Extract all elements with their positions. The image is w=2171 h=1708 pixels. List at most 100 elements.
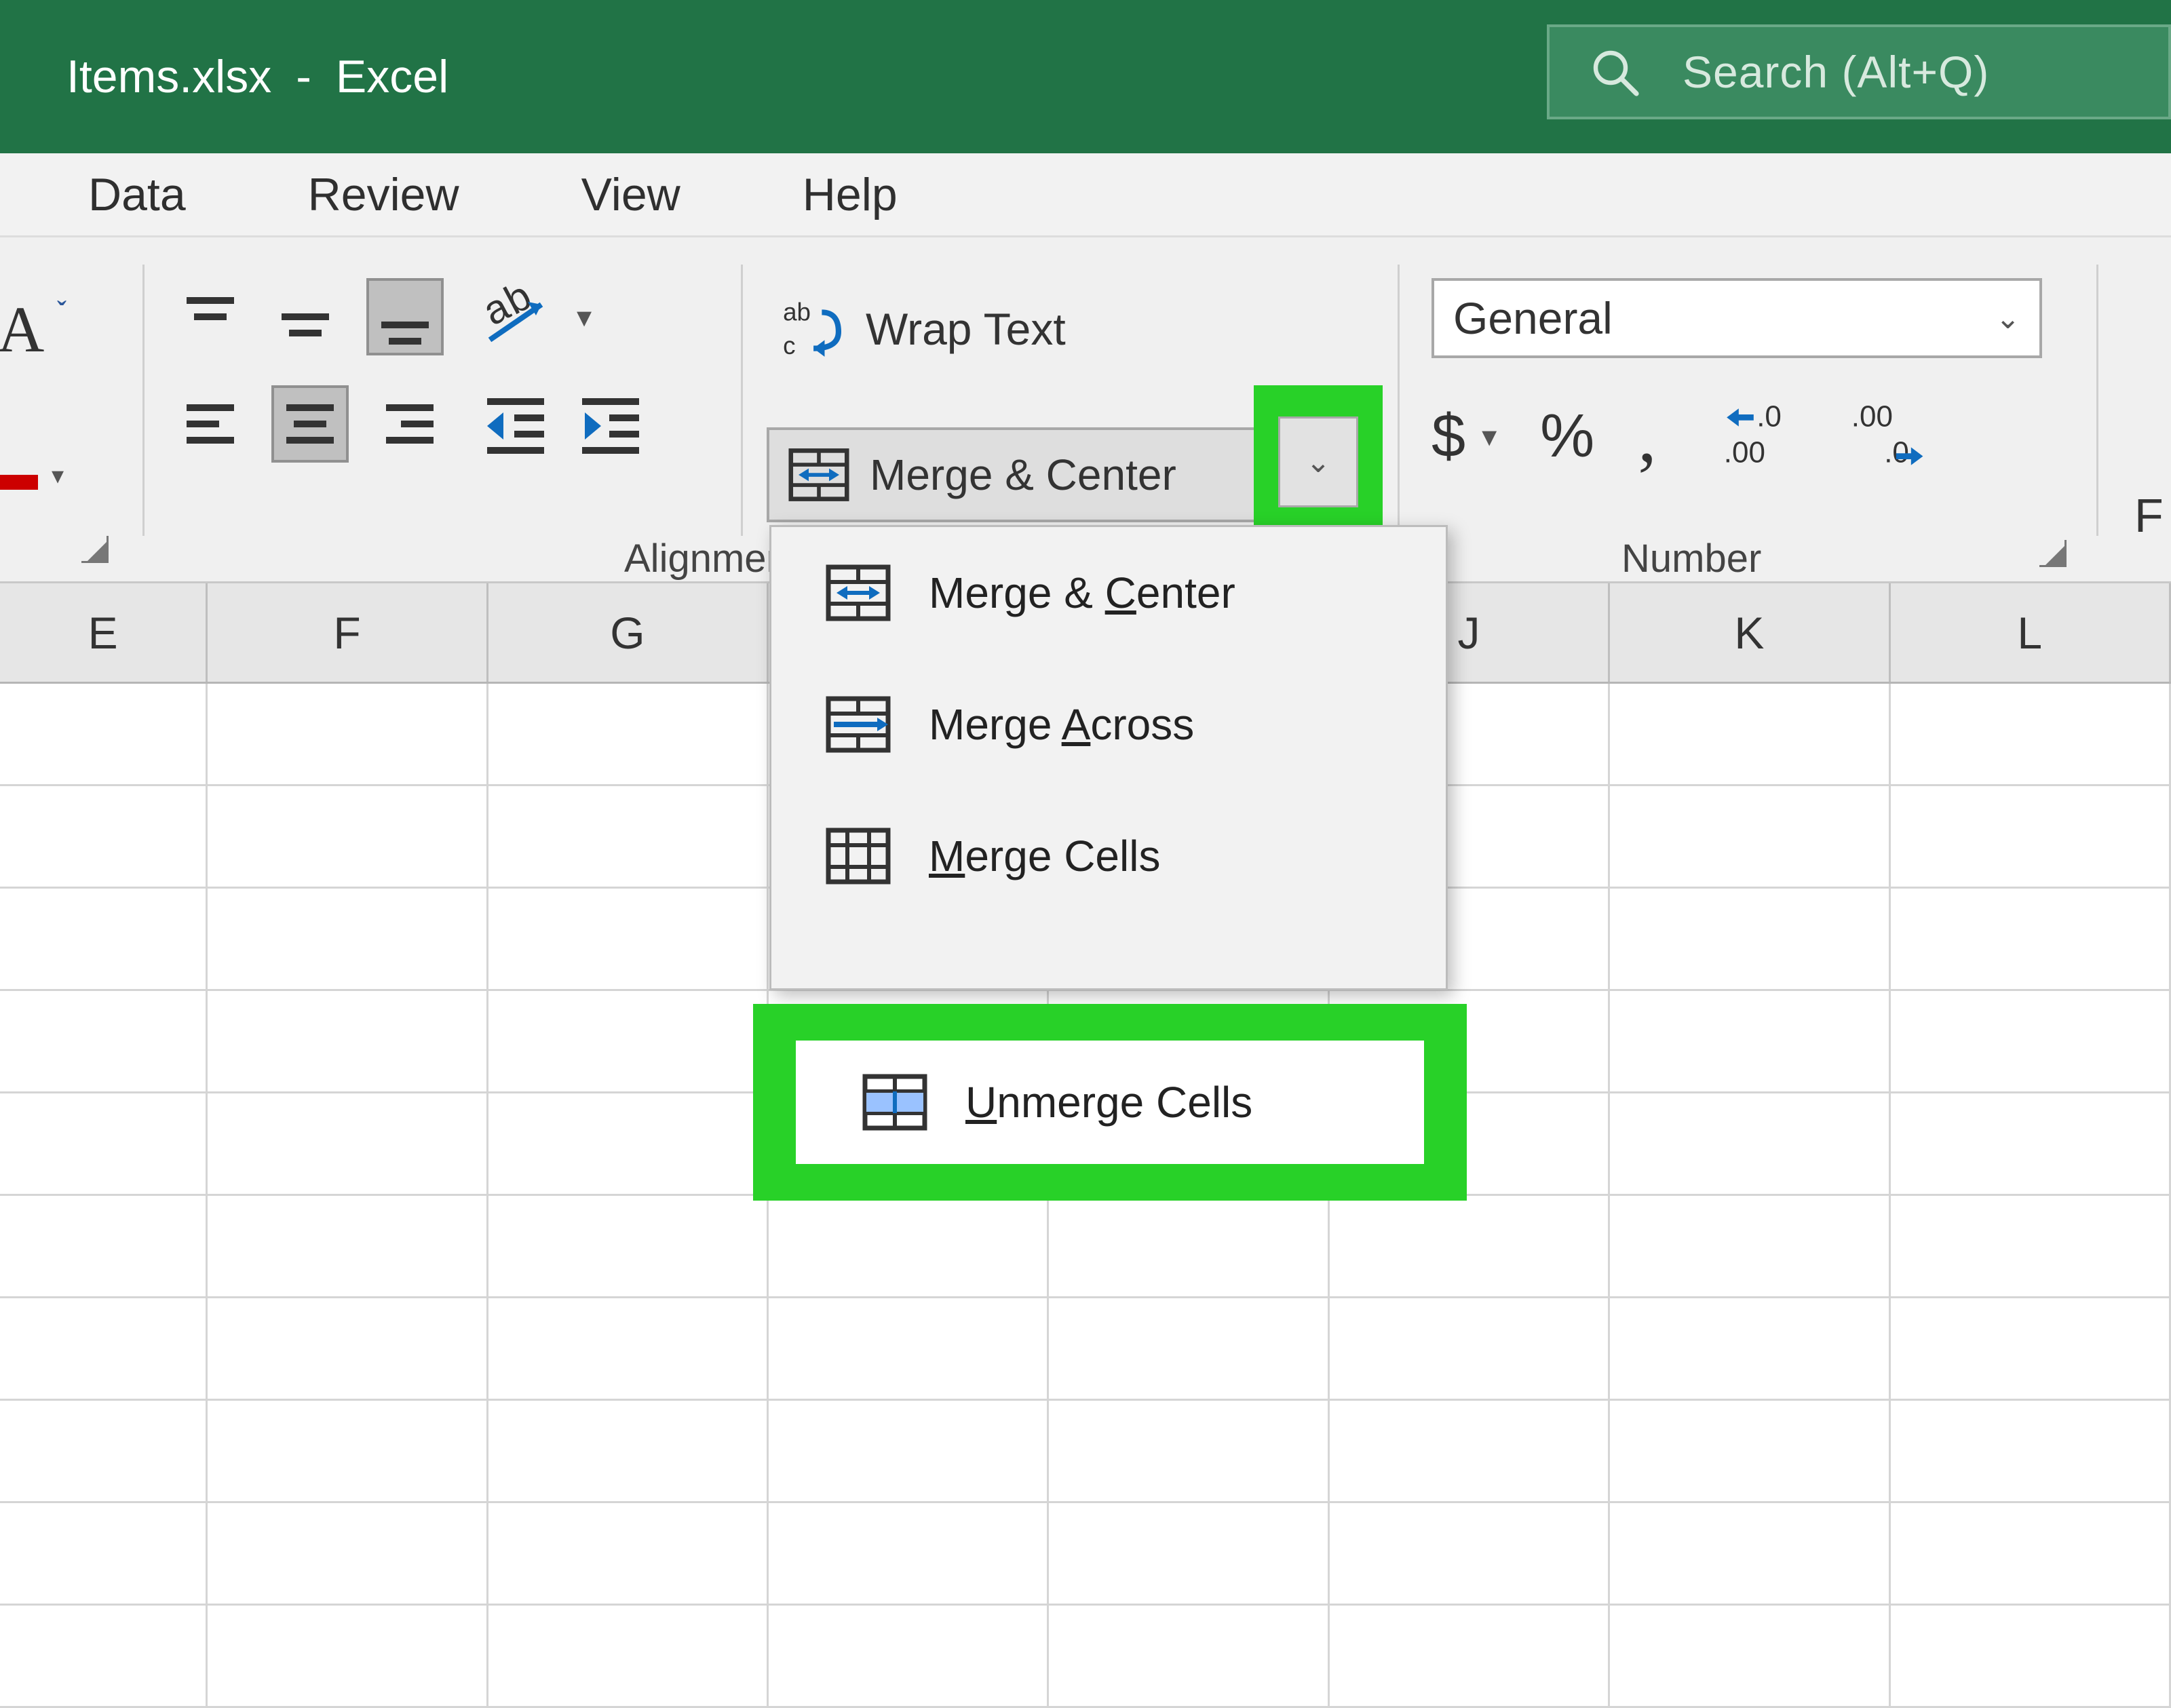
cell[interactable] [1610, 889, 1890, 989]
cell[interactable] [208, 889, 488, 989]
menu-item-merge-across[interactable]: Merge Across [771, 659, 1446, 790]
chevron-down-icon[interactable]: ▾ [577, 300, 592, 334]
cell[interactable] [0, 1401, 208, 1501]
tab-view[interactable]: View [581, 168, 680, 221]
cell[interactable] [1610, 684, 1890, 784]
decrease-indent-button[interactable] [482, 393, 550, 454]
cell[interactable] [1891, 1606, 2171, 1706]
cell[interactable] [208, 991, 488, 1091]
cell[interactable] [0, 1606, 208, 1706]
decrease-decimal-button[interactable]: .00 .0 [1848, 400, 1932, 474]
menu-item-merge-cells[interactable]: Merge Cells [771, 790, 1446, 922]
cell[interactable] [0, 684, 208, 784]
cell[interactable] [1049, 1298, 1329, 1399]
cell[interactable] [488, 1093, 769, 1194]
cell[interactable] [208, 1606, 488, 1706]
menu-item-unmerge-cells[interactable]: Unmerge Cells [796, 1041, 1424, 1164]
align-bottom-button[interactable] [366, 278, 444, 355]
cell[interactable] [208, 1298, 488, 1399]
cell[interactable] [1330, 1503, 1610, 1604]
cell[interactable] [1610, 786, 1890, 887]
cell[interactable] [0, 786, 208, 887]
cell[interactable] [1330, 1196, 1610, 1296]
cell[interactable] [0, 1093, 208, 1194]
cell[interactable] [1330, 1606, 1610, 1706]
align-middle-button[interactable] [271, 283, 339, 351]
cell[interactable] [1610, 1093, 1890, 1194]
cell[interactable] [1610, 1401, 1890, 1501]
cell[interactable] [1610, 1298, 1890, 1399]
cell[interactable] [488, 889, 769, 989]
cell[interactable] [1891, 1093, 2171, 1194]
cell[interactable] [208, 1196, 488, 1296]
tab-review[interactable]: Review [308, 168, 459, 221]
cell[interactable] [1330, 1401, 1610, 1501]
cell[interactable] [0, 889, 208, 989]
cell[interactable] [1891, 786, 2171, 887]
cell[interactable] [208, 1503, 488, 1604]
tab-help[interactable]: Help [803, 168, 898, 221]
cell[interactable] [488, 1196, 769, 1296]
cell[interactable] [769, 1196, 1049, 1296]
cell[interactable] [0, 1503, 208, 1604]
cell[interactable] [1049, 1503, 1329, 1604]
increase-decimal-button[interactable]: .0 .00 [1721, 400, 1805, 474]
column-header-L[interactable]: L [1891, 583, 2171, 682]
increase-indent-button[interactable] [577, 393, 645, 454]
cell[interactable] [488, 1503, 769, 1604]
cell[interactable] [1891, 1196, 2171, 1296]
cell[interactable] [488, 1606, 769, 1706]
cell[interactable] [1610, 991, 1890, 1091]
cell[interactable] [1610, 1503, 1890, 1604]
wrap-text-button[interactable]: ab c Wrap Text [780, 298, 1066, 360]
cell[interactable] [0, 991, 208, 1091]
cell[interactable] [488, 684, 769, 784]
cell[interactable] [1610, 1606, 1890, 1706]
cell[interactable] [208, 786, 488, 887]
cell[interactable] [0, 1196, 208, 1296]
accounting-format-button[interactable]: $ ▾ [1432, 402, 1497, 471]
cell[interactable] [1891, 1298, 2171, 1399]
search-box[interactable]: Search (Alt+Q) [1547, 24, 2171, 119]
cell[interactable] [208, 684, 488, 784]
align-center-button[interactable] [271, 385, 349, 463]
cell[interactable] [1049, 1196, 1329, 1296]
merge-center-main[interactable]: Merge & Center [769, 447, 1277, 503]
orientation-button[interactable]: a b [482, 283, 550, 351]
cell[interactable] [769, 1503, 1049, 1604]
cell[interactable] [769, 1298, 1049, 1399]
number-format-select[interactable]: General ⌄ [1432, 278, 2042, 358]
merge-center-button[interactable]: Merge & Center [767, 427, 1280, 522]
comma-format-button[interactable]: , [1638, 393, 1657, 480]
font-color-button[interactable]: ▾ [0, 434, 71, 490]
column-header-F[interactable]: F [208, 583, 488, 682]
font-group-dialog-launcher[interactable] [81, 536, 109, 563]
tab-data[interactable]: Data [88, 168, 186, 221]
cell[interactable] [1891, 1503, 2171, 1604]
menu-item-merge-center[interactable]: Merge & Center [771, 527, 1446, 659]
cell[interactable] [1330, 1298, 1610, 1399]
cell[interactable] [1891, 684, 2171, 784]
cell[interactable] [769, 1401, 1049, 1501]
column-header-G[interactable]: G [488, 583, 769, 682]
merge-center-dropdown-button[interactable]: ⌄ [1278, 416, 1358, 507]
cell[interactable] [1049, 1606, 1329, 1706]
cell[interactable] [488, 1298, 769, 1399]
cell[interactable] [1610, 1196, 1890, 1296]
align-top-button[interactable] [176, 283, 244, 351]
column-header-E[interactable]: E [0, 583, 208, 682]
font-size-button[interactable]: Aˇ [0, 292, 88, 367]
cell[interactable] [488, 991, 769, 1091]
cell[interactable] [0, 1298, 208, 1399]
cell[interactable] [769, 1606, 1049, 1706]
column-header-K[interactable]: K [1610, 583, 1890, 682]
cell[interactable] [1891, 1401, 2171, 1501]
align-right-button[interactable] [376, 390, 444, 458]
cell[interactable] [1891, 991, 2171, 1091]
cell[interactable] [208, 1093, 488, 1194]
cell[interactable] [208, 1401, 488, 1501]
cell[interactable] [488, 786, 769, 887]
cell[interactable] [1891, 889, 2171, 989]
cell[interactable] [1049, 1401, 1329, 1501]
cell[interactable] [488, 1401, 769, 1501]
